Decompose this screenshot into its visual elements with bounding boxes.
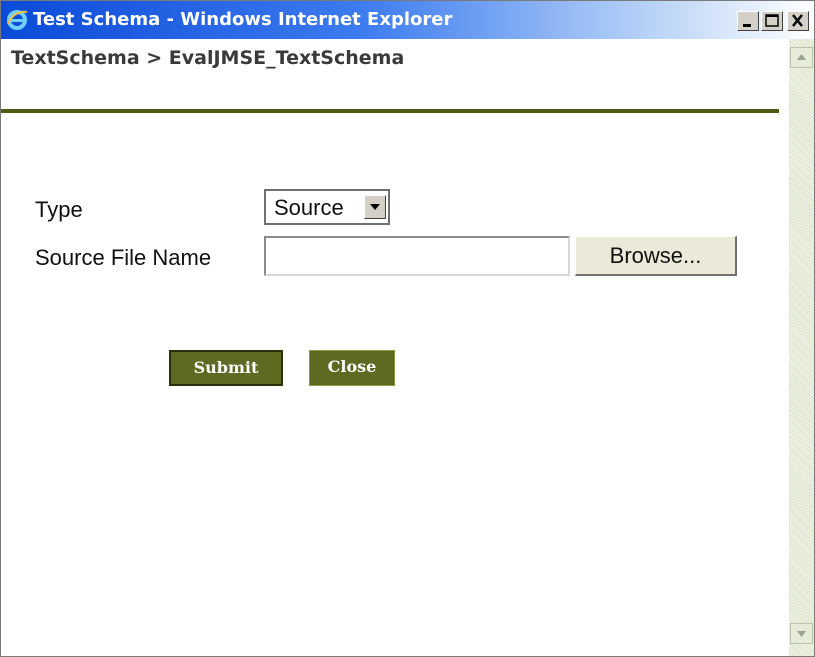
maximize-button[interactable] [761, 11, 783, 31]
arrow-down-icon [797, 631, 806, 637]
close-button[interactable]: Close [309, 350, 395, 386]
source-file-input[interactable] [264, 236, 570, 276]
minimize-button[interactable] [737, 11, 759, 31]
chevron-down-icon[interactable] [364, 195, 386, 219]
maximize-icon [765, 14, 779, 27]
minimize-icon [743, 24, 751, 27]
close-icon [792, 14, 803, 27]
window-title: Test Schema - Windows Internet Explorer [33, 9, 453, 30]
type-label: Type [35, 197, 83, 222]
browser-window: Test Schema - Windows Internet Explorer … [0, 0, 815, 657]
breadcrumb: TextSchema > EvalJMSE_TextSchema [11, 47, 405, 69]
header-divider [1, 109, 779, 113]
submit-button[interactable]: Submit [169, 350, 283, 386]
internet-explorer-icon [7, 10, 28, 30]
browse-button[interactable]: Browse... [575, 236, 737, 276]
type-select[interactable]: Source [264, 189, 390, 225]
scroll-down-button[interactable] [790, 623, 813, 644]
source-file-label: Source File Name [35, 245, 212, 270]
arrow-up-icon [797, 54, 806, 60]
window-close-button[interactable] [787, 11, 809, 31]
page-content: TextSchema > EvalJMSE_TextSchema Type So… [1, 39, 789, 656]
scroll-up-button[interactable] [790, 47, 813, 68]
title-bar: Test Schema - Windows Internet Explorer [1, 1, 814, 39]
vertical-scrollbar[interactable] [789, 39, 814, 656]
type-select-value: Source [274, 195, 344, 220]
